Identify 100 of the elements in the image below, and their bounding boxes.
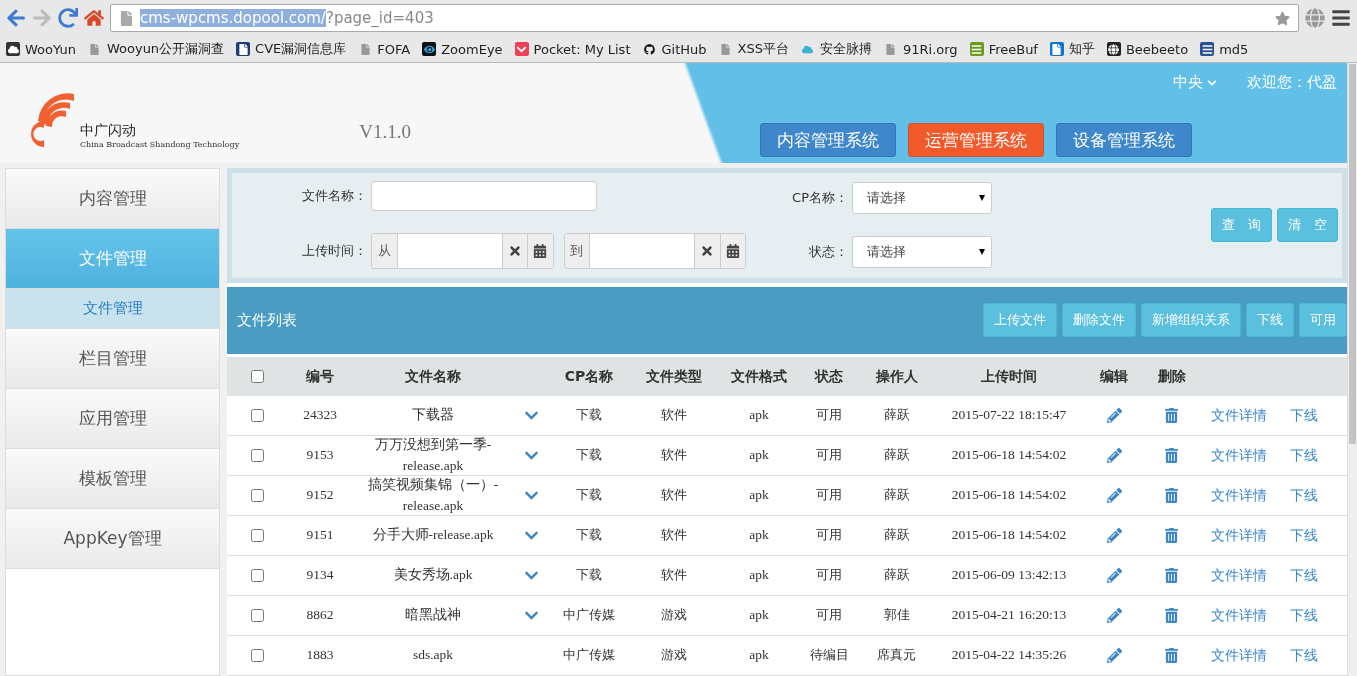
bookmark-link[interactable]: XSS平台 xyxy=(737,40,789,58)
table-cell: 薛跃 xyxy=(883,406,910,425)
trash-icon[interactable] xyxy=(1164,488,1179,503)
sidebar-item[interactable]: AppKey管理 xyxy=(6,509,219,569)
table-cell: 软件 xyxy=(661,566,687,585)
select-all-checkbox[interactable] xyxy=(250,370,264,383)
bookmark-link[interactable]: WooYun xyxy=(25,41,76,57)
status-select[interactable]: 请选择 xyxy=(852,236,992,269)
bookmark-link[interactable]: FreeBuf xyxy=(988,41,1038,57)
trash-icon[interactable] xyxy=(1164,448,1179,463)
table-cell-text: 2015-06-18 14:54:02 xyxy=(951,486,1067,505)
row-checkbox[interactable] xyxy=(250,649,264,662)
offline-link[interactable]: 下线 xyxy=(1290,525,1318,546)
reload-icon[interactable] xyxy=(58,8,78,28)
table-cell-text: 下载器 xyxy=(412,406,454,425)
header-cell: 编号 xyxy=(287,357,353,396)
table-cell: 可用 xyxy=(816,406,842,425)
pencil-icon[interactable] xyxy=(1106,448,1122,463)
bookmark-link[interactable]: FOFA xyxy=(377,41,411,57)
table-cell: 可用 xyxy=(816,606,842,625)
table-cell: 薛跃 xyxy=(883,566,910,585)
table-cell-text: apk xyxy=(749,446,769,465)
menu-icon[interactable] xyxy=(1331,8,1351,28)
region-dropdown[interactable]: 中央 xyxy=(1173,73,1217,92)
action-button[interactable]: 新增组织关系 xyxy=(1141,303,1241,338)
bookmark-link[interactable]: Beebeeto xyxy=(1125,41,1189,57)
system-tab[interactable]: 内容管理系统 xyxy=(760,123,896,157)
pencil-icon[interactable] xyxy=(1106,568,1122,583)
detail-link[interactable]: 文件详情 xyxy=(1211,605,1267,626)
action-button[interactable]: 可用 xyxy=(1299,303,1347,338)
trash-icon[interactable] xyxy=(1164,608,1179,623)
pencil-icon[interactable] xyxy=(1106,528,1122,543)
sidebar-item[interactable]: 内容管理 xyxy=(6,169,219,229)
file-name-field[interactable] xyxy=(371,181,597,212)
pencil-icon[interactable] xyxy=(1106,648,1122,663)
bookmark-link[interactable]: 91Ri.org xyxy=(903,41,958,57)
back-icon[interactable] xyxy=(6,8,26,28)
table-cell-text: 万万没想到第一季-release.apk xyxy=(373,436,493,475)
detail-link[interactable]: 文件详情 xyxy=(1211,645,1267,666)
offline-link[interactable]: 下线 xyxy=(1290,565,1318,586)
trash-icon[interactable] xyxy=(1164,528,1179,543)
sidebar-item[interactable]: 模板管理 xyxy=(6,449,219,509)
row-checkbox[interactable] xyxy=(250,609,264,622)
table-cell: 薛跃 xyxy=(883,526,910,545)
cp-select[interactable]: 请选择 xyxy=(852,182,992,215)
table-cell-text: 2015-06-18 14:54:02 xyxy=(951,526,1067,545)
system-tab[interactable]: 运营管理系统 xyxy=(908,123,1044,157)
action-button[interactable]: 上传文件 xyxy=(983,303,1057,338)
row-checkbox[interactable] xyxy=(250,449,264,462)
detail-link[interactable]: 文件详情 xyxy=(1211,565,1267,586)
action-button[interactable]: 删除文件 xyxy=(1062,303,1136,338)
globe-icon[interactable] xyxy=(1305,8,1325,28)
action-button[interactable]: 下线 xyxy=(1246,303,1294,338)
list-title: 文件列表 xyxy=(237,310,297,330)
header-cell: CP名称 xyxy=(549,357,629,396)
bookmark-link[interactable]: 知乎 xyxy=(1068,40,1095,58)
sidebar-item[interactable]: 应用管理 xyxy=(6,389,219,449)
offline-link[interactable]: 下线 xyxy=(1290,405,1318,426)
bookmark-link[interactable]: Pocket: My List xyxy=(533,41,631,57)
bookmark-link[interactable]: 安全脉搏 xyxy=(820,40,872,58)
trash-icon[interactable] xyxy=(1164,408,1179,423)
table-cell: 下载 xyxy=(576,526,602,545)
pencil-icon[interactable] xyxy=(1106,608,1122,623)
square-icon xyxy=(236,42,251,56)
detail-link[interactable]: 文件详情 xyxy=(1211,525,1267,546)
offline-link[interactable]: 下线 xyxy=(1290,605,1318,626)
detail-link[interactable]: 文件详情 xyxy=(1211,485,1267,506)
detail-link[interactable]: 文件详情 xyxy=(1211,445,1267,466)
row-checkbox[interactable] xyxy=(250,489,264,502)
trash-icon[interactable] xyxy=(1164,648,1179,663)
query-button[interactable]: 查 询 xyxy=(1211,208,1272,243)
bookmark-link[interactable]: md5 xyxy=(1219,41,1249,57)
bookmark-link[interactable]: ZoomEye xyxy=(441,41,503,57)
detail-link[interactable]: 文件详情 xyxy=(1211,405,1267,426)
pencil-icon[interactable] xyxy=(1106,408,1122,423)
bookmark-link[interactable]: Wooyun公开漏洞查 xyxy=(106,40,225,58)
system-tab[interactable]: 设备管理系统 xyxy=(1056,123,1192,157)
clear-button[interactable]: 清 空 xyxy=(1277,208,1338,243)
row-checkbox[interactable] xyxy=(250,409,264,422)
bookmark-link[interactable]: CVE漏洞信息库 xyxy=(255,40,347,58)
table-cell-text: 9134 xyxy=(306,566,334,585)
table-cell-text: 2015-04-22 14:35:26 xyxy=(951,646,1067,665)
scrollbar[interactable] xyxy=(1347,63,1357,676)
pencil-icon[interactable] xyxy=(1106,488,1122,503)
row-checkbox[interactable] xyxy=(250,529,264,542)
star-icon[interactable] xyxy=(1275,10,1290,26)
table-cell: 可用 xyxy=(816,526,842,545)
table-cell: 下载 xyxy=(576,446,602,465)
table-cell-text: apk xyxy=(749,526,769,545)
trash-icon[interactable] xyxy=(1164,568,1179,583)
bookmark-link[interactable]: GitHub xyxy=(661,41,707,57)
offline-link[interactable]: 下线 xyxy=(1290,645,1318,666)
row-checkbox[interactable] xyxy=(250,569,264,582)
offline-link[interactable]: 下线 xyxy=(1290,445,1318,466)
offline-link[interactable]: 下线 xyxy=(1290,485,1318,506)
home-icon[interactable] xyxy=(84,8,104,28)
sidebar-item[interactable]: 文件管理 xyxy=(6,229,219,289)
sidebar-subitem[interactable]: 文件管理 xyxy=(6,289,219,329)
sidebar-item[interactable]: 栏目管理 xyxy=(6,329,219,389)
table-cell-text: 分手大师-release.apk xyxy=(372,526,494,545)
